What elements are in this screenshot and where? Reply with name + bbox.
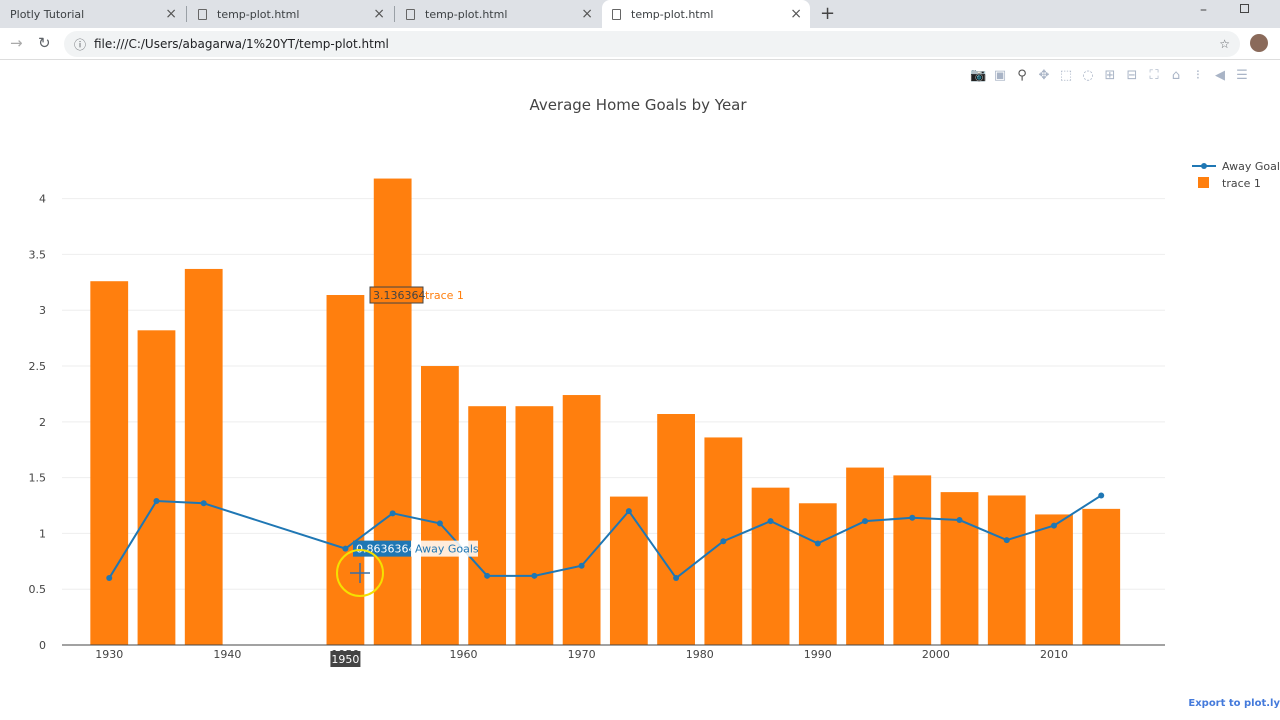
x-tick-label: 1930 [95, 648, 123, 661]
bar [562, 395, 601, 645]
x-tick-label: 1970 [568, 648, 596, 661]
export-link[interactable]: Export to plot.ly [1188, 698, 1280, 709]
reload-icon[interactable]: ↻ [38, 34, 51, 52]
bar [987, 495, 1026, 645]
line-point [153, 498, 160, 505]
line-point [1098, 492, 1105, 499]
bar [90, 281, 129, 645]
line-point [200, 500, 207, 507]
tab-label: temp-plot.html [217, 7, 300, 21]
star-icon[interactable]: ☆ [1219, 37, 1230, 51]
line-point [814, 540, 821, 547]
maximize-button[interactable] [1240, 4, 1249, 13]
x-tick-label: 2010 [1040, 648, 1068, 661]
hover-x-label: 1950 [331, 653, 359, 666]
line-point [1003, 537, 1010, 544]
hover-line-value: 0.8636364 [356, 543, 416, 556]
line-point [578, 562, 585, 569]
tab-label: Plotly Tutorial [10, 7, 85, 21]
legend-item-away-goals: Away Goals [1222, 160, 1280, 173]
y-tick-label: 1 [39, 527, 46, 540]
line-point [720, 538, 727, 545]
y-tick-label: 4 [39, 193, 46, 206]
url-input[interactable]: ⓘ file:///C:/Users/abagarwa/1%20YT/temp-p… [64, 31, 1240, 57]
hover-line-name: Away Goals [415, 543, 479, 556]
line-point [909, 514, 916, 521]
x-tick-label: 2000 [922, 648, 950, 661]
close-icon[interactable]: × [165, 6, 177, 22]
tab-label: temp-plot.html [631, 7, 714, 21]
bar [326, 295, 365, 645]
hover-bar-value: 3.136364 [373, 289, 426, 302]
y-tick-label: 2 [39, 416, 46, 429]
document-icon [612, 8, 621, 20]
line-point [531, 572, 538, 579]
line-point [862, 518, 869, 525]
tab-bar: Plotly Tutorial × temp-plot.html × temp-pl… [0, 0, 1280, 28]
line-point [342, 545, 349, 552]
legend-bar-swatch [1198, 177, 1209, 188]
x-tick-label: 1960 [450, 648, 478, 661]
bar [515, 406, 554, 645]
bar [893, 475, 932, 645]
info-icon: ⓘ [74, 37, 87, 52]
close-icon[interactable]: × [373, 6, 385, 22]
bar [657, 414, 695, 645]
bar [609, 496, 648, 645]
line-point [956, 517, 963, 524]
line-point [673, 575, 680, 582]
bar [940, 492, 979, 645]
line-point [436, 520, 443, 527]
tab-plotly-tutorial[interactable]: Plotly Tutorial × [0, 0, 185, 28]
y-tick-label: 3 [39, 304, 46, 317]
y-tick-label: 0 [39, 639, 46, 652]
y-tick-label: 3.5 [29, 248, 47, 261]
document-icon [406, 8, 415, 20]
x-tick-label: 1990 [804, 648, 832, 661]
avatar[interactable] [1250, 34, 1268, 52]
bar [468, 406, 507, 645]
line-point [484, 572, 491, 579]
y-tick-label: 0.5 [29, 583, 47, 596]
tab-temp-plot-1[interactable]: temp-plot.html × [188, 0, 393, 28]
close-icon[interactable]: × [581, 6, 593, 22]
close-icon[interactable]: × [790, 6, 802, 22]
bar [373, 178, 412, 646]
document-icon [198, 8, 207, 20]
y-tick-label: 2.5 [29, 360, 47, 373]
line-point [1050, 522, 1057, 529]
line-point [625, 508, 632, 515]
bar [184, 268, 223, 645]
line-point [767, 518, 774, 525]
tab-temp-plot-2[interactable]: temp-plot.html × [396, 0, 601, 28]
forward-icon[interactable]: → [10, 34, 23, 52]
x-tick-label: 1980 [686, 648, 714, 661]
chart-title: Average Home Goals by Year [529, 96, 747, 114]
bar [846, 467, 884, 645]
bar [1035, 514, 1073, 645]
address-bar-row: → ↻ ⓘ file:///C:/Users/abagarwa/1%20YT/te… [0, 28, 1280, 60]
new-tab-button[interactable]: + [820, 3, 835, 24]
bar [751, 487, 790, 645]
url-text: file:///C:/Users/abagarwa/1%20YT/temp-pl… [94, 37, 389, 51]
line-point [389, 510, 396, 517]
tab-label: temp-plot.html [425, 7, 508, 21]
bar [421, 366, 459, 645]
legend-line-marker [1201, 163, 1207, 169]
bar [798, 503, 837, 645]
chart: Average Home Goals by Year 0 0.5 1 1.5 2 2.5 3 3… [29, 96, 1280, 667]
hover-bar-name: trace 1 [425, 289, 464, 302]
tab-temp-plot-active[interactable]: temp-plot.html × [602, 0, 810, 28]
x-tick-label: 1940 [213, 648, 241, 661]
bar [137, 330, 176, 645]
minimize-button[interactable]: – [1200, 2, 1207, 18]
legend-item-trace-1: trace 1 [1222, 177, 1261, 190]
bar [1082, 508, 1121, 645]
line-point [106, 575, 113, 582]
y-tick-label: 1.5 [29, 472, 47, 485]
